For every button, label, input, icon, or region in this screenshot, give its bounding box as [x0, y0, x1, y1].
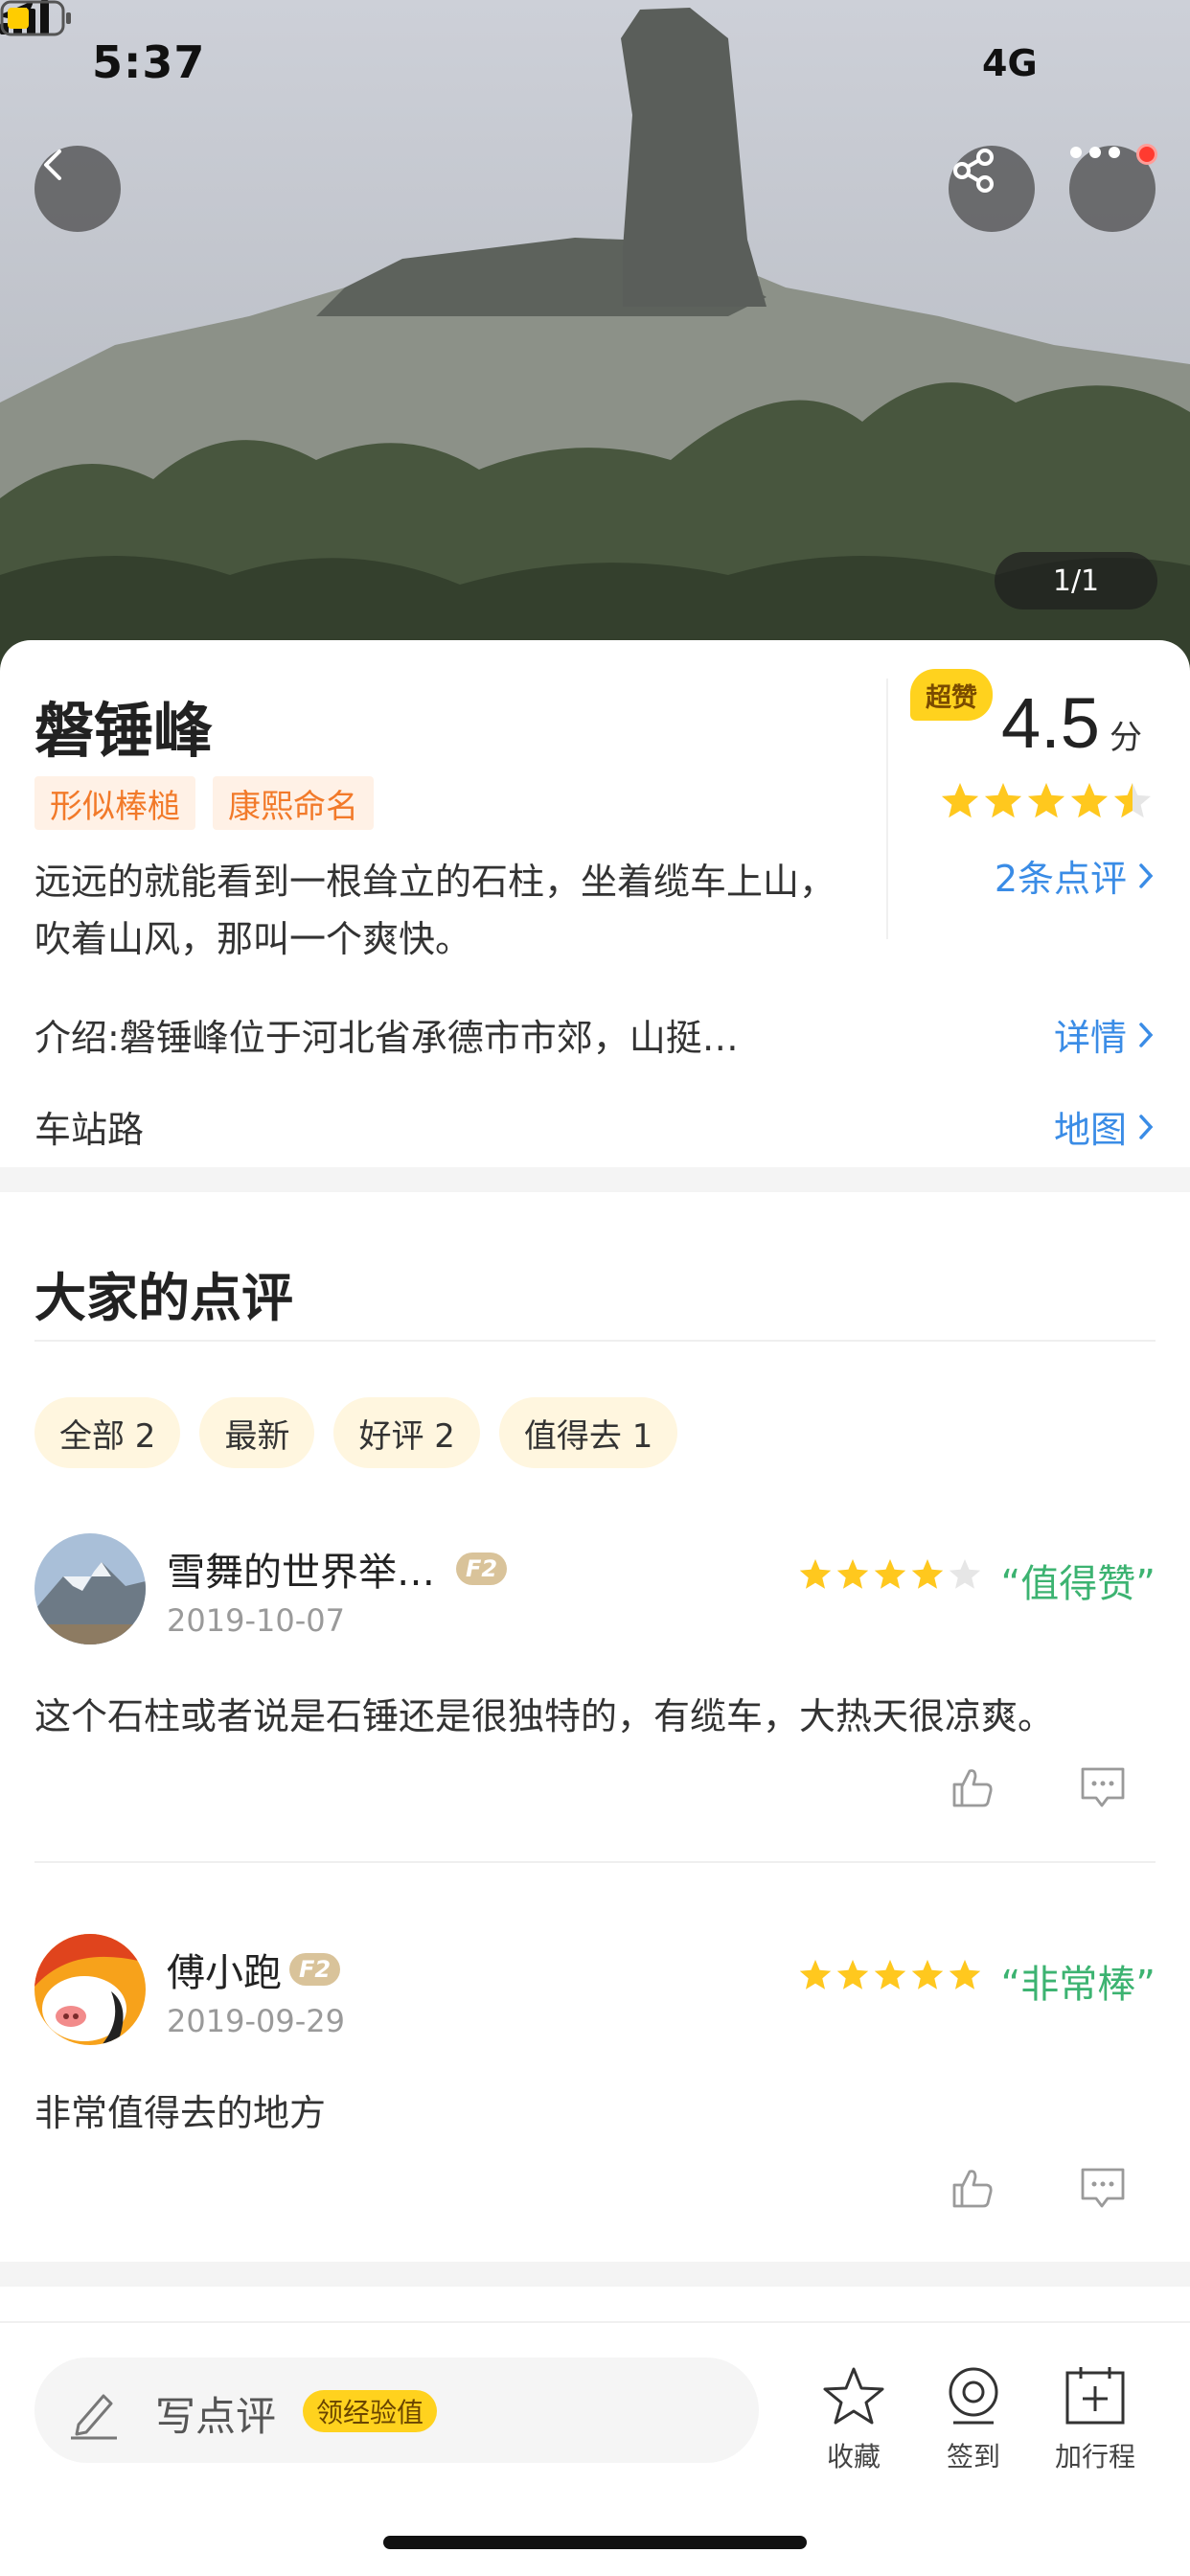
- section-separator: [0, 1167, 1190, 1192]
- star-filled: [874, 1960, 906, 1990]
- user-avatar-image: [34, 1533, 146, 1644]
- filter-chip-worth-visiting[interactable]: 值得去 1: [498, 1397, 678, 1468]
- write-review-button[interactable]: 写点评 领经验值: [34, 2358, 759, 2463]
- more-dots-icon: [1070, 147, 1120, 158]
- calendar-plus-icon: [1065, 2367, 1125, 2425]
- review-text: 这个石柱或者说是石锤还是很独特的，有缆车，大热天很凉爽。: [34, 1695, 1055, 1737]
- share-icon: [953, 149, 994, 193]
- avatar[interactable]: [34, 1934, 146, 2045]
- star-filled: [836, 1960, 869, 1990]
- chevron-right-icon: [1139, 862, 1154, 888]
- user-level-badge: F2: [456, 1552, 508, 1585]
- user-level-badge: F2: [289, 1953, 341, 1986]
- star-empty: [949, 1559, 981, 1589]
- star-filled: [949, 1960, 981, 1990]
- attraction-name: 磐锤峰: [34, 696, 214, 766]
- review-stars: [799, 1559, 981, 1589]
- like-icon[interactable]: [949, 1763, 996, 1811]
- filter-chip-latest[interactable]: 最新: [199, 1397, 315, 1468]
- checkin-icon: [949, 2367, 998, 2425]
- pencil-icon: [71, 2394, 117, 2440]
- chevron-right-icon: [1139, 1114, 1154, 1139]
- photo-counter: 1/1: [995, 552, 1157, 610]
- reviews-section-title: 大家的点评: [34, 1268, 293, 1328]
- home-indicator: [383, 2536, 807, 2549]
- star-filled: [1027, 783, 1065, 818]
- hero-photo[interactable]: 5:37 4G 1/1: [0, 0, 1190, 671]
- map-link[interactable]: 地图: [1054, 1100, 1156, 1153]
- share-button[interactable]: [949, 146, 1035, 232]
- filter-chip-all[interactable]: 全部 2: [34, 1397, 181, 1468]
- rating-score: 4.5: [1001, 683, 1100, 763]
- status-bar: 5:37 4G: [0, 0, 1190, 134]
- status-time: 5:37: [92, 36, 206, 88]
- xp-badge: 领经验值: [303, 2390, 438, 2432]
- review-text: 非常值得去的地方: [34, 2092, 327, 2134]
- reviews-count-link[interactable]: 2条点评: [995, 849, 1156, 902]
- star-filled: [836, 1559, 869, 1589]
- review-filters: 全部 2 最新 好评 2 值得去 1: [34, 1397, 678, 1468]
- rating-stars: [941, 783, 1152, 818]
- attraction-address: 车站路: [34, 1109, 145, 1151]
- divider: [886, 678, 888, 939]
- filter-chip-positive[interactable]: 好评 2: [333, 1397, 480, 1468]
- add-itinerary-label: 加行程: [1054, 2441, 1135, 2472]
- star-filled: [984, 783, 1022, 818]
- reviewer-name[interactable]: 雪舞的世界举…: [167, 1541, 435, 1597]
- checkin-button[interactable]: 签到: [921, 2365, 1026, 2474]
- star-filled: [1070, 783, 1109, 818]
- map-label: 地图: [1053, 1109, 1127, 1151]
- write-review-label: 写点评: [155, 2393, 277, 2440]
- attraction-info-card: 磐锤峰 形似棒槌 康熙命名 远远的就能看到一根耸立的石柱，坐着缆车上山，吹着山风…: [0, 640, 1190, 1169]
- rating-badge: 超赞: [910, 669, 993, 721]
- checkin-label: 签到: [946, 2441, 1000, 2472]
- section-separator: [0, 2262, 1190, 2287]
- tag: 康熙命名: [213, 776, 374, 830]
- review-date: 2019-10-07: [167, 1602, 345, 1639]
- comment-icon[interactable]: [1079, 2166, 1127, 2210]
- divider: [34, 1861, 1156, 1863]
- star-filled: [799, 1559, 832, 1589]
- notification-dot: [1136, 144, 1157, 165]
- reviews-count-label: 2条点评: [994, 858, 1127, 900]
- attraction-tags: 形似棒槌 康熙命名: [34, 776, 374, 830]
- divider: [34, 1340, 1156, 1342]
- chevron-right-icon: [1139, 1022, 1154, 1047]
- favorite-label: 收藏: [826, 2441, 881, 2472]
- favorite-button[interactable]: 收藏: [801, 2365, 906, 2474]
- user-avatar-image: [34, 1934, 146, 2045]
- tag: 形似棒槌: [34, 776, 195, 830]
- rating-unit: 分: [1110, 719, 1142, 757]
- network-type: 4G: [982, 42, 1038, 84]
- add-itinerary-button[interactable]: 加行程: [1042, 2365, 1148, 2474]
- star-filled: [911, 1960, 944, 1990]
- comment-icon[interactable]: [1079, 1765, 1127, 1809]
- star-filled: [799, 1960, 832, 1990]
- attraction-summary: 远远的就能看到一根耸立的石柱，坐着缆车上山，吹着山风，那叫一个爽快。: [34, 861, 836, 960]
- star-filled: [941, 783, 979, 818]
- attraction-intro: 介绍:磐锤峰位于河北省承德市市郊，山挺…: [34, 1017, 739, 1059]
- details-link[interactable]: 详情: [1054, 1008, 1156, 1061]
- back-button[interactable]: [34, 146, 121, 232]
- review-stars: [799, 1960, 981, 1990]
- review-quote: “值得赞”: [1000, 1562, 1156, 1606]
- reviewer-name[interactable]: 傅小跑: [167, 1942, 282, 1997]
- star-filled: [874, 1559, 906, 1589]
- battery-icon: [0, 0, 71, 36]
- avatar[interactable]: [34, 1533, 146, 1644]
- details-label: 详情: [1053, 1017, 1127, 1059]
- like-icon[interactable]: [949, 2164, 996, 2212]
- star-filled: [911, 1559, 944, 1589]
- chevron-left-icon: [44, 150, 61, 180]
- star-outline-icon: [823, 2367, 884, 2425]
- review-quote: “非常棒”: [1000, 1963, 1156, 2007]
- review-date: 2019-09-29: [167, 2003, 345, 2039]
